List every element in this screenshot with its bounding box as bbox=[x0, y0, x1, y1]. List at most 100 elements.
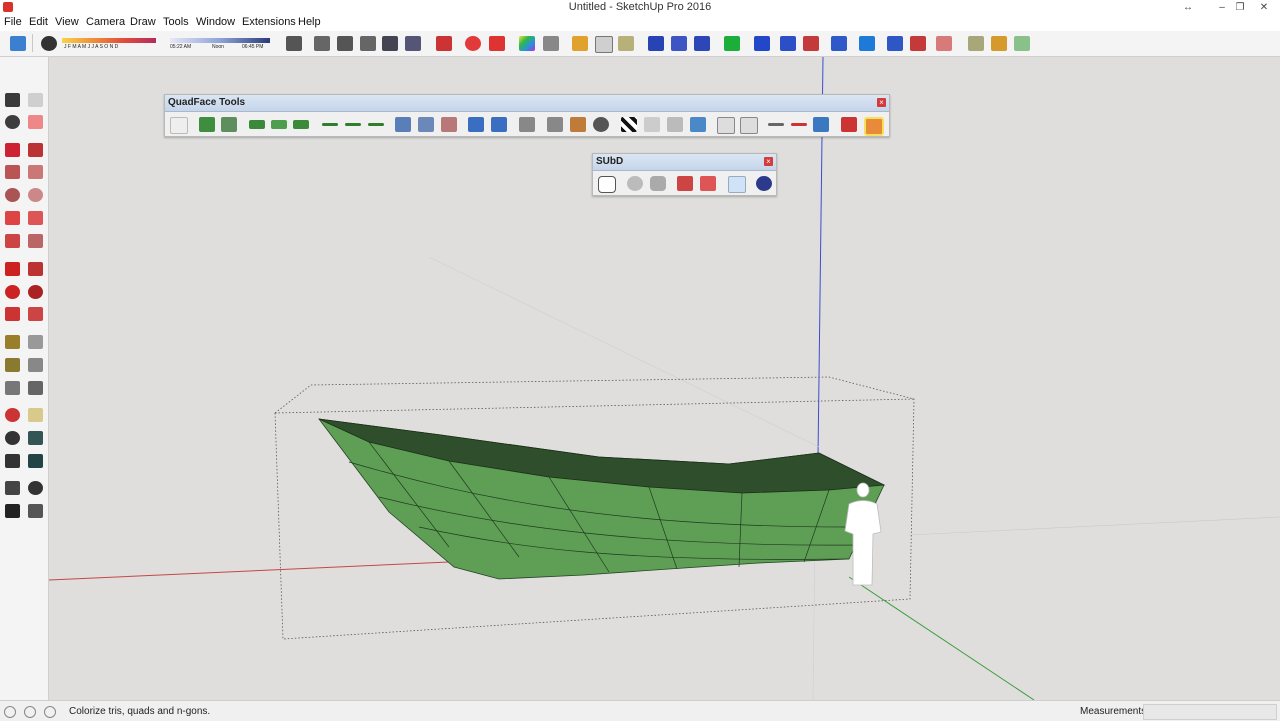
subd-panel-header[interactable]: SUbD × bbox=[593, 154, 776, 171]
push-arrow-icon[interactable] bbox=[754, 36, 770, 51]
menu-edit[interactable]: Edit bbox=[29, 16, 48, 28]
qf-connect-icon[interactable] bbox=[468, 117, 484, 132]
dimension-icon[interactable] bbox=[28, 335, 43, 349]
flip-red-icon[interactable] bbox=[671, 36, 687, 51]
maximize-button[interactable]: ❐ bbox=[1230, 0, 1250, 15]
tape-measure-icon[interactable] bbox=[5, 335, 20, 349]
qf-select-loop-icon[interactable] bbox=[221, 117, 237, 132]
style-wireframe-icon[interactable] bbox=[337, 36, 353, 51]
qf-checker-icon[interactable] bbox=[621, 117, 637, 132]
style-hiddenline-icon[interactable] bbox=[360, 36, 376, 51]
pencil-line-icon[interactable] bbox=[5, 143, 20, 157]
subd-panel[interactable]: SUbD × bbox=[592, 153, 777, 196]
subd-settings-icon[interactable] bbox=[728, 176, 746, 193]
color-palette-icon[interactable] bbox=[519, 36, 535, 51]
zoom-window-icon[interactable] bbox=[28, 431, 43, 445]
3d-text-icon[interactable] bbox=[28, 381, 43, 395]
paint-bucket-icon[interactable] bbox=[5, 115, 20, 129]
menu-file[interactable]: File bbox=[4, 16, 22, 28]
zoom-extents-icon[interactable] bbox=[5, 454, 20, 468]
settings-green-icon[interactable] bbox=[1014, 36, 1030, 51]
qf-uv-mapping-icon[interactable] bbox=[593, 117, 609, 132]
section-plane-icon[interactable] bbox=[436, 36, 452, 51]
style-textured-icon[interactable] bbox=[405, 36, 421, 51]
qf-uv-map-icon[interactable] bbox=[547, 117, 563, 132]
select-arrow-icon[interactable] bbox=[5, 93, 20, 107]
qf-colorize-icon[interactable] bbox=[864, 117, 884, 136]
qf-insert-loop-icon[interactable] bbox=[491, 117, 507, 132]
move-red-icon[interactable] bbox=[803, 36, 819, 51]
boat-model[interactable] bbox=[318, 418, 886, 580]
flip-blue-icon[interactable] bbox=[694, 36, 710, 51]
undo-blue-icon[interactable] bbox=[887, 36, 903, 51]
menu-draw[interactable]: Draw bbox=[130, 16, 156, 28]
menu-camera[interactable]: Camera bbox=[86, 16, 125, 28]
restore-size-icon[interactable]: ↔ bbox=[1178, 0, 1198, 15]
move-icon[interactable] bbox=[5, 262, 20, 276]
redo-red-icon[interactable] bbox=[910, 36, 926, 51]
subd-close-icon[interactable]: × bbox=[764, 157, 773, 166]
magnet-icon[interactable] bbox=[991, 36, 1007, 51]
qf-line-icon[interactable] bbox=[322, 123, 338, 126]
axes-icon[interactable] bbox=[5, 381, 20, 395]
subd-subdivide-icon[interactable] bbox=[627, 176, 643, 191]
qf-unfold-icon[interactable] bbox=[644, 117, 660, 132]
gear-red-icon[interactable] bbox=[465, 36, 481, 51]
qf-triangulate-icon[interactable] bbox=[395, 117, 411, 132]
qf-smooth-icon[interactable] bbox=[667, 117, 683, 132]
subd-smooth-icon[interactable] bbox=[650, 176, 666, 191]
menu-extensions[interactable]: Extensions bbox=[242, 16, 296, 28]
geo-location-icon[interactable] bbox=[4, 706, 16, 718]
measurements-input[interactable] bbox=[1143, 704, 1277, 720]
text-tool-icon[interactable] bbox=[28, 358, 43, 372]
qf-line-add-icon[interactable] bbox=[345, 123, 361, 126]
component-icon[interactable] bbox=[28, 93, 43, 107]
shadows-toggle-icon[interactable] bbox=[41, 36, 57, 51]
quadface-panel-header[interactable]: QuadFace Tools × bbox=[165, 95, 889, 112]
shadow-date-slider[interactable]: J F M A M J J A S O N D bbox=[62, 35, 156, 52]
flip-tool-icon[interactable] bbox=[648, 36, 664, 51]
quadface-tools-panel[interactable]: QuadFace Tools × bbox=[164, 94, 890, 137]
pan-hand-icon[interactable] bbox=[28, 408, 43, 422]
circle-icon[interactable] bbox=[5, 188, 20, 202]
qf-export-icon[interactable] bbox=[717, 117, 735, 134]
qf-select-ring-icon[interactable] bbox=[199, 117, 215, 132]
position-camera-icon[interactable] bbox=[5, 481, 20, 495]
freehand-icon[interactable] bbox=[28, 143, 43, 157]
user-account-icon[interactable] bbox=[44, 706, 56, 718]
drawing-viewport[interactable]: QuadFace Tools × SUbD × bbox=[49, 57, 1280, 700]
subd-create-icon[interactable] bbox=[598, 176, 616, 193]
style-backedges-icon[interactable] bbox=[314, 36, 330, 51]
previous-view-icon[interactable] bbox=[28, 454, 43, 468]
three-point-arc-icon[interactable] bbox=[5, 234, 20, 248]
grid-red-icon[interactable] bbox=[489, 36, 505, 51]
qf-import-icon[interactable] bbox=[740, 117, 758, 134]
qf-edge-unmark-icon[interactable] bbox=[791, 123, 807, 126]
qf-line-remove-icon[interactable] bbox=[368, 123, 384, 126]
pie-icon[interactable] bbox=[28, 234, 43, 248]
qf-flatten-icon[interactable] bbox=[690, 117, 706, 132]
rotate-icon[interactable] bbox=[5, 285, 20, 299]
get-models-icon[interactable] bbox=[10, 36, 26, 51]
protractor-icon[interactable] bbox=[5, 358, 20, 372]
component-solid-icon[interactable] bbox=[618, 36, 634, 51]
line-tool-icon[interactable] bbox=[831, 36, 847, 51]
orbit-icon[interactable] bbox=[5, 408, 20, 422]
offset-icon[interactable] bbox=[28, 307, 43, 321]
minimize-button[interactable]: – bbox=[1212, 0, 1232, 15]
subd-edge-crease-icon[interactable] bbox=[700, 176, 716, 191]
qf-grow-icon[interactable] bbox=[249, 120, 265, 129]
two-point-arc-icon[interactable] bbox=[28, 211, 43, 225]
select-pointer-icon[interactable] bbox=[543, 36, 559, 51]
eraser-icon[interactable] bbox=[28, 115, 43, 129]
style-xray-icon[interactable] bbox=[286, 36, 302, 51]
quadface-close-icon[interactable]: × bbox=[877, 98, 886, 107]
arc-icon[interactable] bbox=[5, 211, 20, 225]
shield-icon[interactable] bbox=[968, 36, 984, 51]
qf-offset-loop-icon[interactable] bbox=[519, 117, 535, 132]
move-arrows-icon[interactable] bbox=[780, 36, 796, 51]
component-box-icon[interactable] bbox=[572, 36, 588, 51]
component-wire-icon[interactable] bbox=[595, 36, 613, 53]
extrude-green-icon[interactable] bbox=[724, 36, 740, 51]
qf-uv-material-icon[interactable] bbox=[570, 117, 586, 132]
